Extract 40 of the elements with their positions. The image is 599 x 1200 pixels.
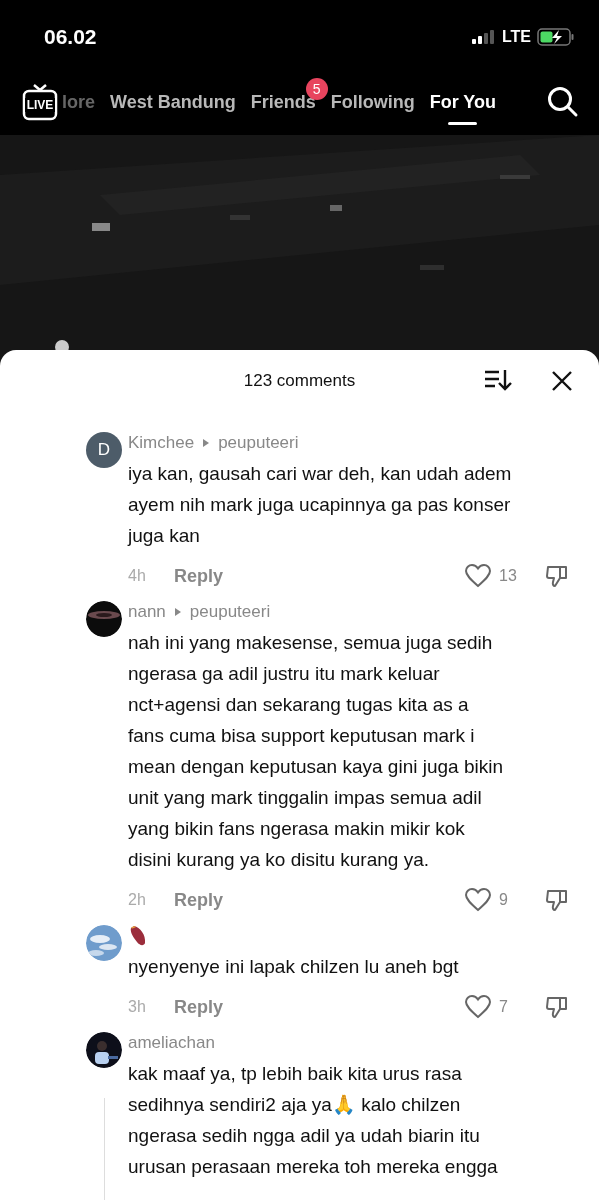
reply-to-username[interactable]: peuputeeri <box>189 602 271 622</box>
reply-to-username[interactable]: peuputeeri <box>218 433 299 453</box>
close-icon[interactable] <box>551 370 573 392</box>
user-avatar[interactable]: D <box>86 432 122 468</box>
like-count: 7 <box>499 998 509 1016</box>
dislike-icon[interactable] <box>545 995 569 1019</box>
dislike-icon[interactable] <box>545 564 569 588</box>
comment-time: 4h <box>128 567 147 585</box>
sort-icon[interactable] <box>484 368 512 392</box>
reply-button[interactable]: Reply <box>174 996 224 1018</box>
comment-text: iya kan, gausah cari war deh, kan udah adem ayem nih mark juga ucapinnya ga pas konser juga kan <box>128 462 513 548</box>
like-count: 9 <box>499 891 509 909</box>
sweet-potato-icon <box>128 925 148 947</box>
comment-time: 2h <box>128 891 147 909</box>
like-icon[interactable] <box>465 564 491 588</box>
username[interactable]: Kimchee <box>128 433 195 453</box>
comment-text: kak maaf ya, tp lebih baik kita urus rasa sedihnya sendiri2 aja ya🙏 kalo chilzen ngerasa sedih ngga adil ya udah biarin itu urusan perasaan mereka toh mereka engga <box>128 1062 499 1179</box>
reply-arrow-icon <box>173 607 182 617</box>
reply-button[interactable]: Reply <box>174 565 224 587</box>
comments-count-title: 123 comments <box>243 371 356 391</box>
like-count: 13 <box>499 567 518 585</box>
dislike-icon[interactable] <box>545 888 569 912</box>
network-label: LTE <box>501 28 531 46</box>
status-time: 06.02 <box>44 25 97 49</box>
username[interactable]: ameliachan <box>128 1033 215 1053</box>
signal-icon <box>471 30 496 44</box>
feed-tab[interactable]: For You <box>429 87 497 125</box>
battery-icon <box>537 28 575 46</box>
feed-tab[interactable]: lore <box>62 87 95 117</box>
comment-time: 3h <box>128 998 147 1016</box>
feed-tab[interactable]: Following <box>330 87 415 117</box>
reply-arrow-icon <box>202 438 211 448</box>
like-icon[interactable] <box>465 995 491 1019</box>
comment-text: nah ini yang makesense, semua juga sedih ngerasa ga adil justru itu mark keluar nct+agensi dan sekarang tugas kita as a fans cuma bisa support keputusan mark i mean dengan keputusan kaya gini juga bikin unit yang mark tinggalin impas semua adil yang bikin fans ngerasa makin mikir kok disini kurang ya ko disitu kurang ya. <box>128 631 504 872</box>
like-icon[interactable] <box>465 888 491 912</box>
username[interactable]: nann <box>128 602 166 622</box>
reply-button[interactable]: Reply <box>174 889 224 911</box>
comment-text: nyenyenye ini lapak chilzen lu aneh bgt <box>128 955 460 979</box>
search-icon[interactable] <box>547 86 579 118</box>
feed-tab[interactable]: West Bandung <box>110 87 236 117</box>
